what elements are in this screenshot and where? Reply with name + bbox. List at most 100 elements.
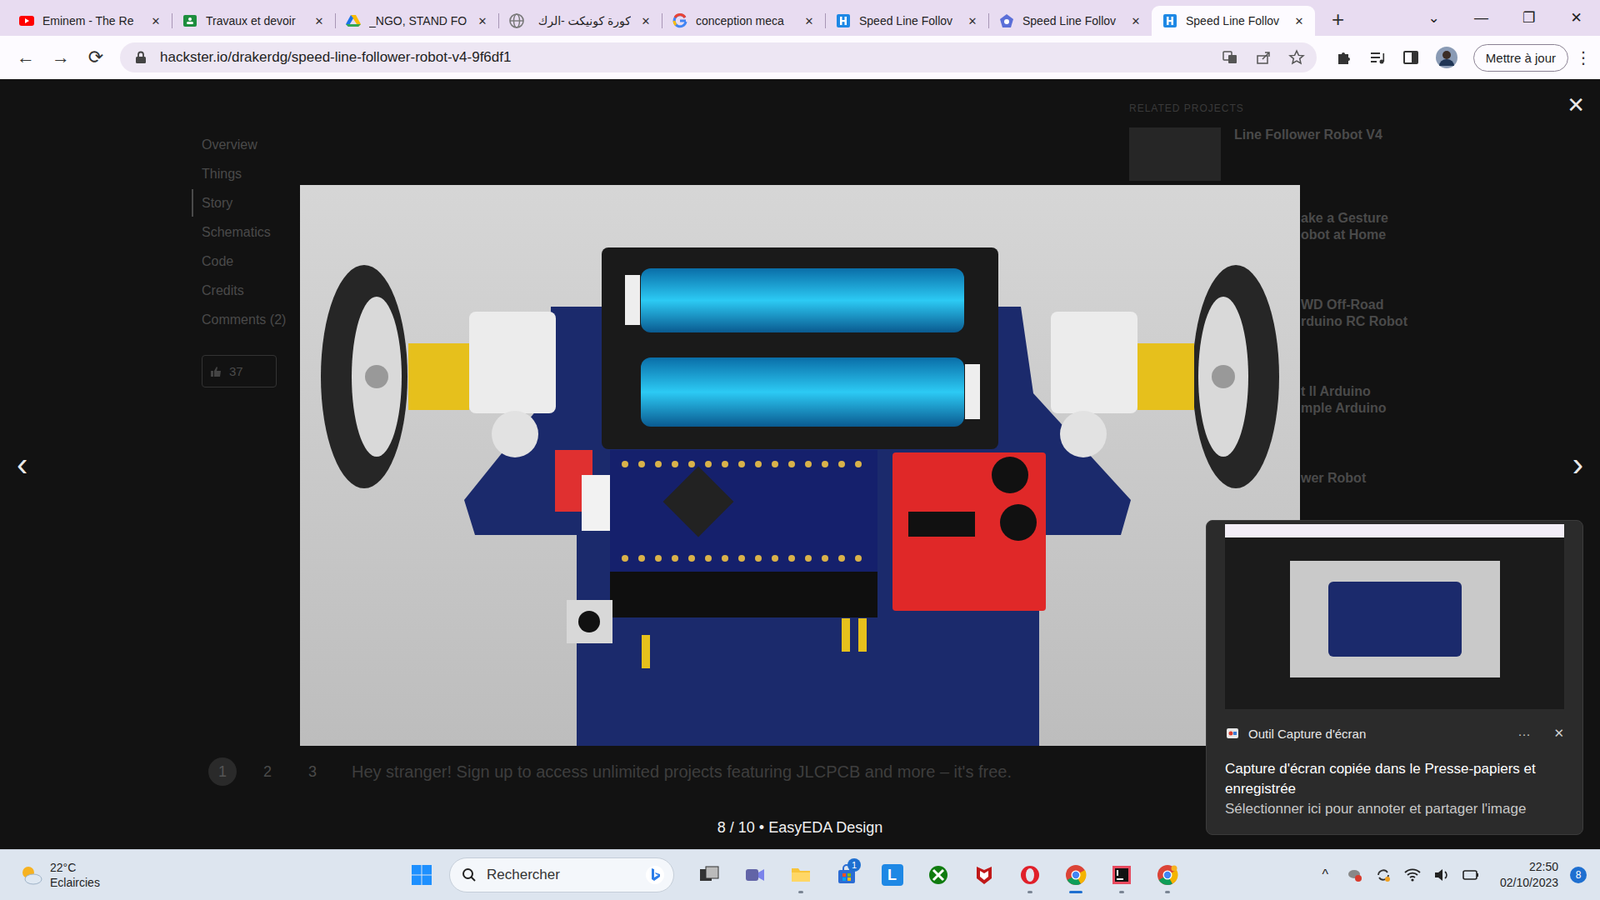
browser-tab[interactable]: _NGO, STAND FO ✕	[335, 5, 499, 36]
snipping-tool-icon	[1225, 725, 1240, 741]
sun-cloud-icon	[18, 862, 44, 888]
taskbar-app[interactable]	[1008, 855, 1051, 895]
bookmark-star-icon[interactable]	[1288, 49, 1305, 66]
browser-tab[interactable]: Eminem - The Re ✕	[8, 5, 172, 36]
running-indicator	[1165, 890, 1170, 894]
next-image-button[interactable]: ›	[1572, 445, 1584, 483]
running-indicator	[798, 890, 804, 894]
window-control-button[interactable]: ❐	[1505, 9, 1553, 27]
taskbar-app[interactable]: 1	[825, 855, 868, 895]
browser-toolbar: ← → ⟳ hackster.io/drakerdg/speed-line-foll…	[0, 35, 1600, 80]
window-controls: ⌄—❐✕	[1410, 0, 1600, 36]
tab-close-button[interactable]: ✕	[475, 15, 490, 28]
taskbar-app[interactable]	[916, 855, 960, 895]
favicon-icon	[998, 12, 1015, 30]
taskbar-app[interactable]: L	[870, 855, 914, 895]
browser-tab[interactable]: conception meca ✕	[661, 5, 825, 36]
respect-button[interactable]: 37	[201, 355, 277, 388]
profile-avatar-icon[interactable]	[1435, 45, 1459, 70]
network-alert-icon[interactable]	[1346, 866, 1364, 884]
screenshot-preview	[1225, 524, 1565, 710]
chrome-icon	[1065, 864, 1087, 886]
show-hidden-icons-button[interactable]: ^	[1321, 867, 1329, 883]
notification-count-badge[interactable]: 8	[1570, 866, 1587, 884]
tab-close-button[interactable]: ✕	[148, 15, 164, 28]
browser-tab[interactable]: Speed Line Follov ✕	[988, 5, 1152, 36]
page-number[interactable]: 2	[253, 757, 282, 786]
close-lightbox-button[interactable]: ✕	[1566, 92, 1585, 119]
start-button[interactable]	[400, 855, 443, 895]
share-icon[interactable]	[1255, 49, 1272, 66]
battery-icon[interactable]	[1461, 866, 1480, 884]
window-control-button[interactable]: ⌄	[1410, 9, 1458, 27]
running-indicator	[1069, 890, 1083, 894]
tab-title: Eminem - The Re	[42, 14, 141, 28]
file-explorer-icon	[790, 864, 812, 886]
task-view-icon	[698, 864, 720, 886]
browser-tab[interactable]: كورة كونيكت -الرك ✕	[498, 5, 662, 36]
signup-banner: Hey stranger! Sign up to access unlimite…	[351, 762, 1012, 782]
thumb-icon	[209, 365, 223, 379]
taskbar-app[interactable]	[733, 855, 776, 895]
window-control-button[interactable]: —	[1457, 10, 1505, 27]
previous-image-button[interactable]: ‹	[16, 445, 28, 483]
taskbar-app[interactable]	[687, 855, 730, 895]
extensions-puzzle-icon[interactable]	[1335, 48, 1354, 67]
sync-icon[interactable]	[1375, 866, 1392, 884]
windows-logo-icon	[410, 864, 433, 886]
media-control-icon[interactable]	[1368, 48, 1387, 67]
weather-widget[interactable]: 22°C Eclaircies	[0, 860, 400, 890]
browser-tab[interactable]: Speed Line Follov ✕	[825, 5, 989, 36]
page-number[interactable]: 3	[298, 757, 327, 786]
system-tray: ^ 22:50 02/10/2023 8	[1321, 859, 1600, 891]
favicon-icon	[345, 12, 362, 30]
taskbar-app[interactable]	[779, 855, 822, 895]
taskbar-app[interactable]	[962, 855, 1005, 895]
taskbar: 22°C Eclaircies Rechercher 1 L ^ 22:50 0…	[0, 849, 1600, 900]
new-tab-button[interactable]: +	[1315, 6, 1360, 36]
tab-close-button[interactable]: ✕	[311, 15, 327, 28]
app-letter-icon: L	[881, 864, 904, 886]
navigation-button[interactable]: →	[46, 46, 75, 69]
taskbar-app[interactable]	[1054, 855, 1097, 895]
browser-tab[interactable]: Speed Line Follov ✕	[1151, 5, 1315, 36]
page-number[interactable]: 1	[208, 757, 237, 786]
mcafee-icon	[973, 864, 995, 886]
search-icon	[461, 867, 477, 883]
update-button[interactable]: Mettre à jour	[1473, 44, 1569, 72]
window-control-button[interactable]: ✕	[1552, 9, 1600, 27]
taskbar-app[interactable]	[1145, 855, 1189, 895]
xbox-icon	[927, 864, 950, 886]
meet-now-icon	[744, 864, 766, 886]
toast-header: Outil Capture d'écran ··· ✕	[1225, 725, 1565, 741]
tab-close-button[interactable]: ✕	[1291, 15, 1307, 28]
toast-close-button[interactable]: ✕	[1553, 725, 1565, 741]
taskbar-search[interactable]: Rechercher	[449, 857, 675, 893]
taskbar-app[interactable]	[1100, 855, 1143, 895]
favicon-icon	[835, 12, 852, 30]
tab-close-button[interactable]: ✕	[1128, 15, 1144, 28]
notification-toast[interactable]: Outil Capture d'écran ··· ✕ Capture d'éc…	[1205, 520, 1584, 835]
tab-close-button[interactable]: ✕	[638, 15, 654, 28]
translate-icon[interactable]	[1221, 49, 1239, 66]
favicon-icon	[671, 12, 689, 30]
browser-tab[interactable]: Travaux et devoir ✕	[171, 5, 335, 36]
clock[interactable]: 22:50 02/10/2023	[1500, 859, 1559, 891]
project-nav-item[interactable]: Things	[201, 165, 1130, 183]
bing-logo-icon	[645, 865, 665, 885]
page-content: OverviewThingsStorySchematicsCodeCredits…	[0, 79, 1600, 850]
tab-title: conception meca	[695, 14, 795, 28]
tab-close-button[interactable]: ✕	[965, 15, 980, 28]
volume-icon[interactable]	[1433, 866, 1450, 884]
tab-close-button[interactable]: ✕	[801, 15, 817, 28]
navigation-button[interactable]: ←	[11, 46, 40, 69]
project-nav-item[interactable]: Overview	[201, 135, 1130, 154]
wifi-icon[interactable]	[1403, 866, 1422, 884]
related-heading: RELATED PROJECTS	[1129, 102, 1600, 115]
toast-more-button[interactable]: ···	[1517, 726, 1530, 741]
side-panel-icon[interactable]	[1401, 48, 1420, 67]
address-bar[interactable]: hackster.io/drakerdg/speed-line-follower…	[120, 42, 1317, 73]
browser-menu-button[interactable]: ⋮	[1575, 47, 1592, 68]
navigation-button[interactable]: ⟳	[81, 46, 110, 69]
running-indicator	[1119, 890, 1125, 894]
